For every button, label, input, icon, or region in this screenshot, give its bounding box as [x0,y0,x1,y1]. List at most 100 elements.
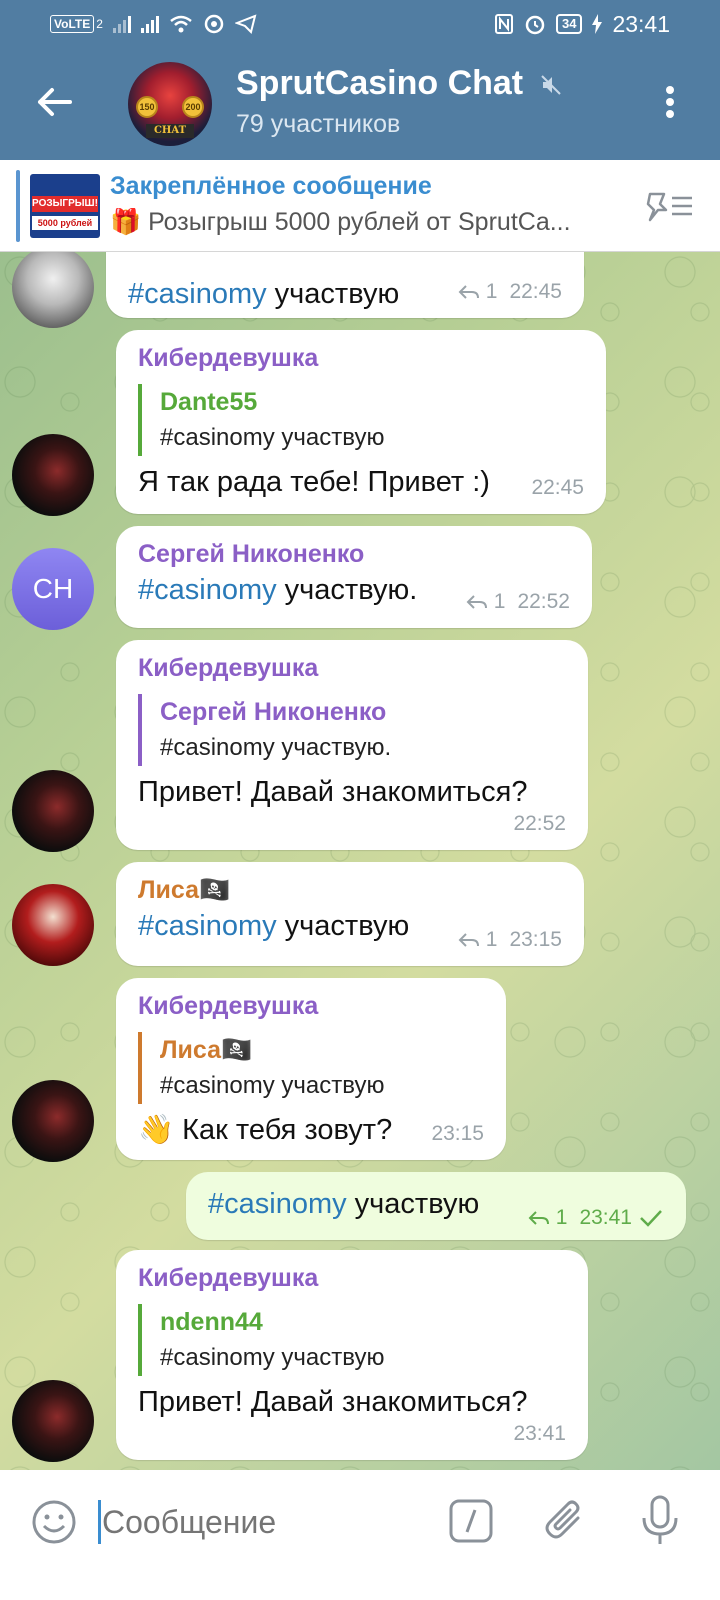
hashtag-link[interactable]: #casinomy [138,910,277,942]
reply-sender: Лиса🏴‍☠️ [160,1036,253,1064]
avatar[interactable] [12,1080,94,1162]
reply-text: #casinomy участвую [160,1344,385,1371]
back-arrow-icon[interactable] [34,82,74,122]
message-meta: 1 22:45 [458,280,562,304]
message-text: Привет! Давай знакомиться? [138,776,528,808]
app-notification-icon [204,14,224,34]
message-bubble[interactable]: Кибердевушка Лиса🏴‍☠️ #casinomy участвую… [116,978,506,1160]
message-meta: 22:45 [531,476,584,500]
status-bar: VoLTE 2 34 23:41 [0,0,720,48]
reply-quote[interactable]: Сергей Никоненко #casinomy участвую. [138,694,566,766]
sim-number: 2 [96,17,103,31]
message-input[interactable] [98,1500,418,1544]
message-meta: 1 22:52 [466,590,570,614]
message-input-bar [0,1470,720,1600]
more-vert-icon[interactable] [666,86,676,122]
reply-icon [458,933,479,947]
avatar[interactable]: СН [12,548,94,630]
avatar-chat-tag: CHAT [146,124,194,138]
message-bubble[interactable]: #casinomy участвую 1 22:45 [106,252,584,318]
reply-quote[interactable]: Лиса🏴‍☠️ #casinomy участвую [138,1032,484,1104]
reply-count[interactable]: 1 [556,1206,568,1230]
reply-count[interactable]: 1 [486,928,498,952]
sender-name[interactable]: Сергей Никоненко [138,538,570,570]
system-nav-area [0,1574,720,1600]
avatar[interactable] [12,1380,94,1462]
message-bubble[interactable]: Кибердевушка Сергей Никоненко #casinomy … [116,640,588,850]
chat-avatar[interactable]: 150 200 CHAT [128,62,212,146]
pinned-thumb-amount: 5000 рублей [32,216,98,230]
volte-indicator: VoLTE [50,15,95,33]
command-icon[interactable] [448,1498,494,1544]
message-bubble[interactable]: Кибердевушка Dante55 #casinomy участвую … [116,330,606,514]
sender-name[interactable]: Кибердевушка [138,990,484,1022]
message-time: 22:52 [517,590,570,613]
signal-icon-2 [140,15,159,33]
reply-icon [458,285,479,299]
reply-sender: Dante55 [160,388,258,416]
charging-icon [592,14,603,34]
message-list[interactable]: #casinomy участвую 1 22:45 Кибердевушка … [0,252,720,1500]
outgoing-message-bubble[interactable]: #casinomy участвую 1 23:41 [186,1172,686,1240]
message-bubble[interactable]: Кибердевушка ndenn44 #casinomy участвую … [116,1250,588,1460]
reply-quote[interactable]: Dante55 #casinomy участвую [138,384,584,456]
telegram-notification-icon [234,14,257,34]
pinned-title: Закреплённое сообщение [110,172,432,200]
avatar[interactable] [12,434,94,516]
message-text: Привет! Давай знакомиться? [138,1386,528,1418]
pinned-thumbnail: РОЗЫГРЫШ! 5000 рублей [30,174,100,238]
battery-indicator: 34 [555,14,583,34]
chat-title: SprutCasino Chat [236,64,524,102]
pinned-message-bar[interactable]: РОЗЫГРЫШ! 5000 рублей Закреплённое сообщ… [0,160,720,252]
avatar[interactable] [12,252,94,328]
reply-text: #casinomy участвую. [160,734,392,761]
message-meta: 1 23:15 [458,928,562,952]
message-text: участвую [346,1188,480,1220]
chat-header: 150 200 CHAT SprutCasino Chat 79 участни… [0,48,720,160]
avatar[interactable] [12,884,94,966]
message-time: 22:52 [513,812,566,835]
message-time: 23:41 [579,1206,632,1229]
hashtag-link[interactable]: #casinomy [208,1188,347,1220]
message-bubble[interactable]: Сергей Никоненко #casinomy участвую. 1 2… [116,526,592,628]
message-text: участвую. [276,574,418,606]
signal-icon-1 [112,15,131,33]
message-text: Я так рада тебе! Привет :) [138,466,490,498]
avatar-coin-right: 200 [182,96,204,118]
check-icon [640,1210,662,1227]
message-meta: 1 23:41 [528,1206,664,1230]
hashtag-link[interactable]: #casinomy [138,574,277,606]
hashtag-link[interactable]: #casinomy [128,278,267,310]
message-text: участвую [266,278,400,310]
message-meta: 23:15 [431,1122,484,1146]
message-time: 23:41 [513,1422,566,1445]
reply-icon [528,1211,549,1225]
sender-name[interactable]: Лиса🏴‍☠️ [138,874,562,906]
reply-count[interactable]: 1 [494,590,506,614]
message-time: 22:45 [531,476,584,499]
reply-text: #casinomy участвую [160,1072,385,1099]
message-text: участвую [276,910,410,942]
mic-icon[interactable] [638,1494,682,1548]
emoji-icon[interactable] [30,1498,78,1546]
reply-count[interactable]: 1 [486,280,498,304]
alarm-icon [525,15,545,35]
reply-sender: ndenn44 [160,1308,263,1336]
reply-sender: Сергей Никоненко [160,698,387,726]
message-bubble[interactable]: Лиса🏴‍☠️ #casinomy участвую 1 23:15 [116,862,584,966]
pinned-thumb-banner: РОЗЫГРЫШ! [32,196,98,212]
pinned-text: 🎁 Розыгрыш 5000 рублей от SprutCa... [110,208,571,236]
pinned-list-icon[interactable] [646,186,696,226]
attach-icon[interactable] [542,1496,588,1546]
clock: 23:41 [612,10,670,37]
reply-quote[interactable]: ndenn44 #casinomy участвую [138,1304,566,1376]
chat-member-count: 79 участников [236,110,401,138]
avatar[interactable] [12,770,94,852]
wifi-icon [170,15,192,33]
sender-name[interactable]: Кибердевушка [138,652,566,684]
sender-name[interactable]: Кибердевушка [138,1262,566,1294]
chat-title-block[interactable]: SprutCasino Chat [236,64,563,103]
message-meta: 23:41 [513,1422,566,1446]
message-time: 22:45 [509,280,562,303]
sender-name[interactable]: Кибердевушка [138,342,584,374]
